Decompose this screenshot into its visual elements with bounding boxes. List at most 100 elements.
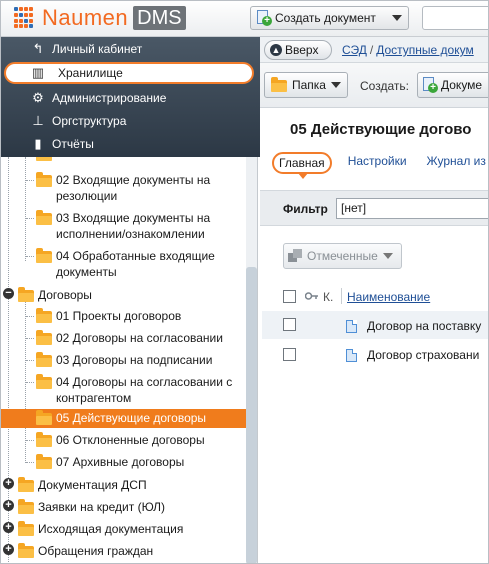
tree-item[interactable]: 04 Обработанные входящие документы [0,247,248,281]
tree-item-label: Заявки на кредит (ЮЛ) [38,500,166,514]
marked-items-button[interactable]: Отмеченные [283,243,402,269]
column-header-name[interactable]: Наименование [347,290,430,304]
tree-item-contracts[interactable]: − Договоры [0,285,248,305]
table-row[interactable]: Договор страховани [262,340,489,368]
folder-icon [36,352,52,367]
nav-item-org-structure[interactable]: ⊥ Оргструктура [0,110,260,132]
back-arrow-icon: ↰ [32,41,44,56]
tree-item[interactable]: 01 Проекты договоров [0,307,248,327]
folder-icon [36,172,52,187]
nav-item-label: Личный кабинет [52,42,143,56]
create-label: Создать: [360,79,409,93]
tree-item[interactable]: 03 Договоры на подписании [0,351,248,371]
tree-scrollbar-thumb[interactable] [246,267,257,564]
row-checkbox[interactable] [283,318,296,331]
chevron-down-icon [382,253,393,259]
tree-item[interactable]: + Заявки на кредит (ЮЛ) [0,497,248,517]
tree-item-label: 04 Договоры на согласовании с контрагент… [56,375,233,405]
folder-icon [18,499,34,514]
org-structure-icon: ⊥ [32,113,44,128]
nav-item-personal-cabinet[interactable]: ↰ Личный кабинет [0,38,260,60]
document-name-link[interactable]: Договор страховани [367,348,479,362]
tree-item-label: 02 Входящие документы на резолюции [56,173,211,203]
admin-icon: ⚙ [32,90,44,105]
breadcrumb-link-available-docs[interactable]: Доступные докум [376,43,474,57]
logo-grid-icon [14,7,36,29]
create-document-label: Создать документ [275,11,376,25]
tree-item-label: Обращения граждан [38,544,154,558]
breadcrumb-link-sed[interactable]: СЭД [342,43,367,57]
tab-main[interactable]: Главная [272,152,332,179]
tree-item[interactable]: + Документация ДСП [0,475,248,495]
collapse-minus-icon[interactable]: − [3,288,14,299]
document-name-link[interactable]: Договор на поставку [367,319,481,333]
create-document-type-button[interactable]: + Докуме [417,72,489,98]
storage-icon: ▥ [31,65,45,80]
chevron-down-icon [392,15,402,21]
tree-item[interactable]: 03 Входящие документы на исполнении/озна… [0,209,248,243]
select-all-checkbox[interactable] [283,290,296,303]
nav-item-storage[interactable]: ▥ Хранилище [4,62,254,84]
tab-settings[interactable]: Настройки [344,152,411,176]
page-title: 05 Действующие догово [290,121,472,138]
tree-item[interactable]: + Исходящая документация [0,519,248,539]
nav-item-administration[interactable]: ⚙ Администрирование [0,87,260,109]
folder-icon [36,248,52,263]
tab-journal[interactable]: Журнал из [423,152,489,176]
filter-select[interactable]: [нет] [336,198,489,219]
folder-icon [18,287,34,302]
marked-items-label: Отмеченные [307,249,378,263]
folder-icon [36,454,52,469]
nav-item-label: Отчёты [52,137,94,151]
tree-item-label: 02 Договоры на согласовании [56,331,223,345]
tree-item-label: 05 Действующие договоры [56,411,207,425]
tree-item[interactable]: 06 Отклоненные договоры [0,431,248,451]
row-checkbox[interactable] [283,348,296,361]
tree-item-active-contracts[interactable]: 05 Действующие договоры [0,409,248,428]
expand-plus-icon[interactable]: + [3,478,14,489]
tree-item[interactable]: + Обращения граждан [0,541,248,561]
tree-item-label: 03 Договоры на подписании [56,353,213,367]
folder-icon [36,308,52,323]
key-icon [305,292,318,300]
marked-items-icon [288,249,304,263]
naumen-dms-logo[interactable]: Naumen DMS [14,4,186,32]
tree-item-label: 07 Архивные договоры [56,455,185,469]
column-divider [341,288,342,304]
folder-menu-button[interactable]: Папка [264,72,348,98]
filter-label: Фильтр [283,202,328,216]
document-button-label: Докуме [441,78,483,92]
tree-item[interactable]: 07 Архивные договоры [0,453,248,473]
brand-name: Naumen [42,5,129,30]
filter-bar: Фильтр [нет] [260,190,489,226]
expand-plus-icon[interactable]: + [3,522,14,533]
folder-button-label: Папка [292,78,326,92]
nav-item-label: Хранилище [58,66,123,80]
breadcrumb-bar: ▲ Вверх СЭД / Доступные докум [260,37,489,63]
column-header-key[interactable]: К. [323,290,333,304]
action-toolbar: Папка Создать: + Докуме [260,63,489,108]
tree-item[interactable]: 02 Договоры на согласовании [0,329,248,349]
expand-plus-icon[interactable]: + [3,500,14,511]
up-button[interactable]: ▲ Вверх [264,40,332,60]
folder-icon [271,77,287,92]
folder-icon [36,330,52,345]
tree-item[interactable]: 04 Договоры на согласовании с контрагент… [0,373,248,407]
up-button-label: Вверх [285,43,319,57]
folder-icon [36,374,52,389]
chevron-down-icon [331,82,341,88]
top-header: Naumen DMS + Создать документ [0,0,489,37]
nav-item-label: Оргструктура [52,114,127,128]
table-row[interactable]: Договор на поставку [262,311,489,339]
brand-badge: DMS [133,6,186,30]
tree-item-label: Документация ДСП [38,478,147,492]
create-document-icon: + [257,10,272,26]
tree-item[interactable]: 02 Входящие документы на резолюции [0,171,248,205]
folder-tree: 02 Входящие документы на резолюции 03 Вх… [0,157,258,564]
nav-item-reports[interactable]: ▮ Отчёты [0,133,260,155]
folder-icon [18,477,34,492]
create-document-button[interactable]: + Создать документ [250,6,409,30]
folder-icon [36,432,52,447]
search-input[interactable] [422,6,489,30]
expand-plus-icon[interactable]: + [3,544,14,555]
